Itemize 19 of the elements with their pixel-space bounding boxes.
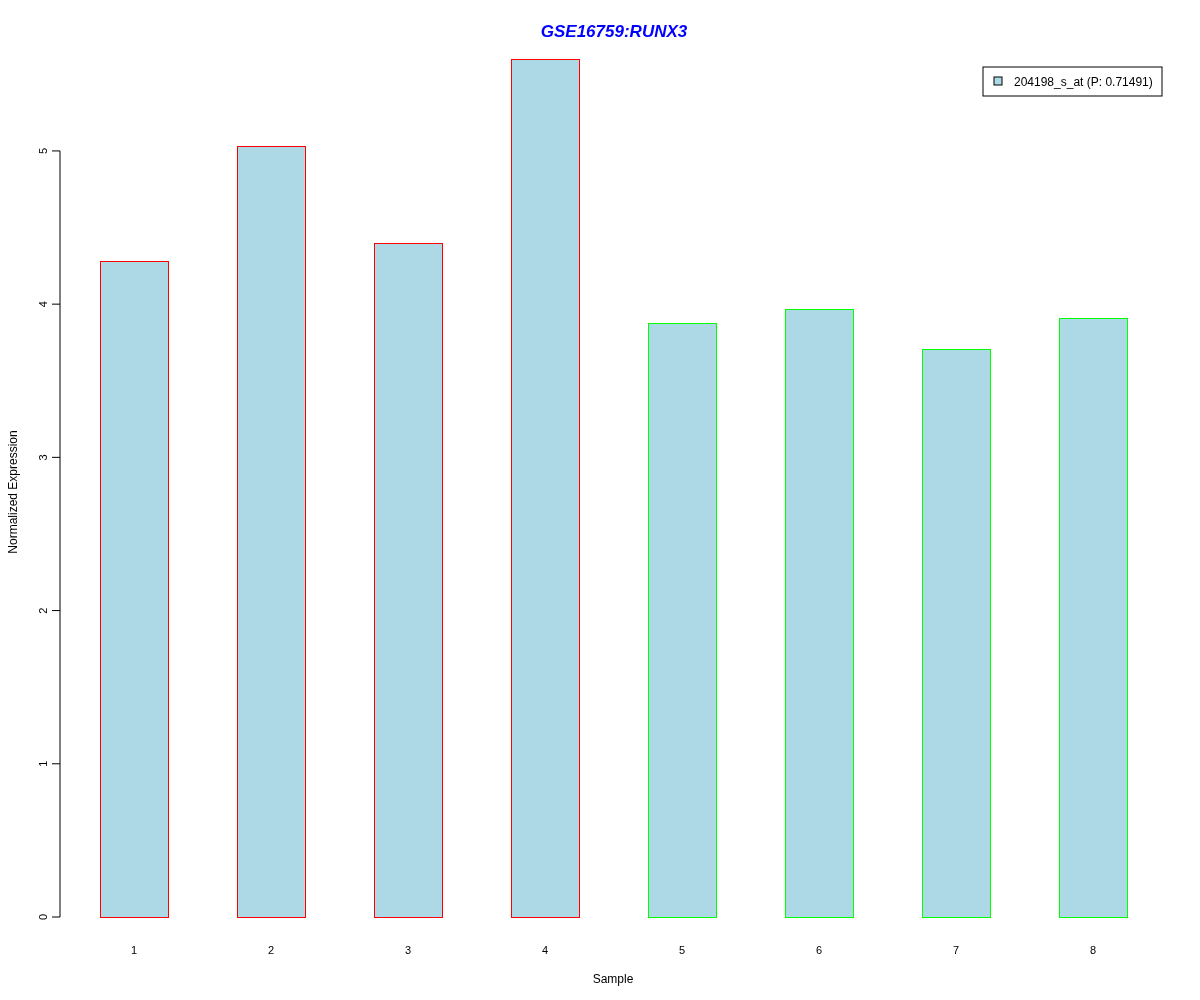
x-axis-label: Sample bbox=[592, 972, 634, 986]
y-axis-label: Normalized Expression bbox=[6, 430, 21, 554]
y-tick-label: 5 bbox=[36, 147, 49, 154]
x-tick-label: 7 bbox=[952, 944, 960, 956]
y-tick-label: 3 bbox=[36, 454, 49, 461]
x-tick-label: 5 bbox=[678, 944, 686, 956]
legend-swatch-icon bbox=[993, 76, 1003, 86]
x-tick-label: 8 bbox=[1089, 944, 1097, 956]
chart-title: GSE16759:RUNX3 bbox=[540, 22, 688, 41]
y-tick-label: 2 bbox=[36, 607, 49, 614]
legend-label: 204198_s_at (P: 0.71491) bbox=[1014, 75, 1153, 89]
x-tick-label: 2 bbox=[267, 944, 275, 956]
x-tick-label: 3 bbox=[404, 944, 412, 956]
x-tick-label: 4 bbox=[541, 944, 549, 956]
x-tick-label: 6 bbox=[815, 944, 823, 956]
y-tick-label: 1 bbox=[36, 760, 49, 767]
y-tick-label: 0 bbox=[36, 913, 49, 921]
x-tick-label: 1 bbox=[130, 944, 138, 956]
y-tick-label: 4 bbox=[36, 301, 49, 308]
